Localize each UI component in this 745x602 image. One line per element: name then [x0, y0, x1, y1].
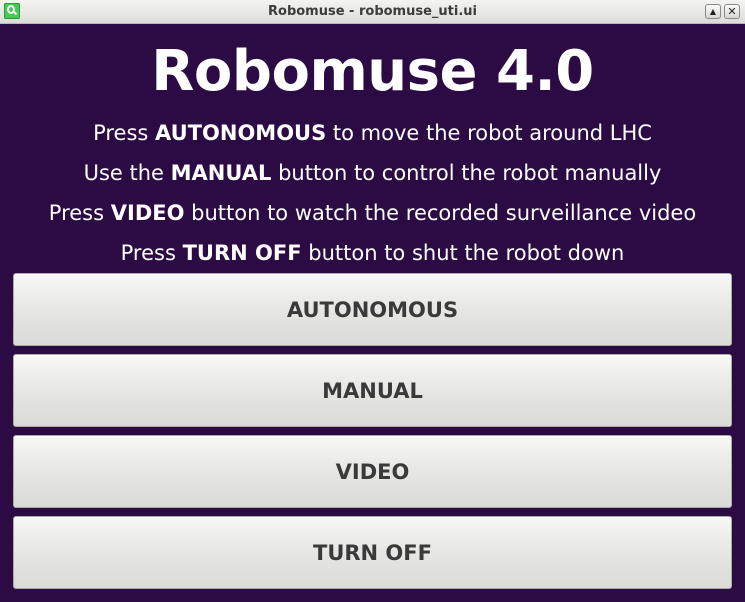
- main-panel: Robomuse 4.0 Press AUTONOMOUS to move th…: [4, 25, 741, 598]
- maximize-icon: ▲: [709, 6, 717, 16]
- close-button[interactable]: ✕: [724, 4, 740, 19]
- title-bar[interactable]: Robomuse - robomuse_uti.ui ▲ ✕: [0, 0, 745, 24]
- video-button[interactable]: VIDEO: [13, 435, 732, 508]
- turn-off-button[interactable]: TURN OFF: [13, 516, 732, 589]
- window-title: Robomuse - robomuse_uti.ui: [268, 4, 477, 19]
- close-icon: ✕: [727, 5, 737, 18]
- maximize-button[interactable]: ▲: [705, 4, 721, 19]
- instruction-manual: Use the MANUAL button to control the rob…: [83, 161, 662, 185]
- page-title: Robomuse 4.0: [151, 39, 594, 104]
- instruction-turn-off: Press TURN OFF button to shut the robot …: [120, 241, 625, 265]
- autonomous-button[interactable]: AUTONOMOUS: [13, 273, 732, 346]
- manual-button[interactable]: MANUAL: [13, 354, 732, 427]
- instruction-video: Press VIDEO button to watch the recorded…: [48, 201, 697, 225]
- instruction-autonomous: Press AUTONOMOUS to move the robot aroun…: [93, 121, 652, 145]
- app-window: Robomuse - robomuse_uti.ui ▲ ✕ Robomuse …: [0, 0, 745, 602]
